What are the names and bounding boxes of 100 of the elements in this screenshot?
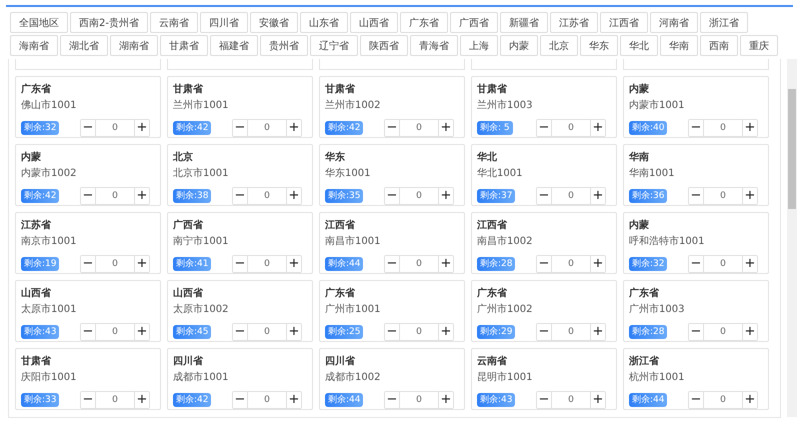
region-tab[interactable]: 华南	[660, 35, 698, 56]
scrollbar[interactable]	[787, 59, 797, 417]
quantity-field[interactable]: 0	[95, 256, 135, 272]
quantity-stepper[interactable]: − 0 +	[80, 323, 150, 341]
quantity-field[interactable]: 0	[399, 256, 439, 272]
quantity-stepper[interactable]: − 0 +	[688, 323, 758, 341]
quantity-field[interactable]: 0	[247, 256, 287, 272]
quantity-field[interactable]: 0	[703, 392, 743, 408]
quantity-field[interactable]: 0	[247, 324, 287, 340]
increment-button[interactable]: +	[591, 324, 605, 340]
region-tab[interactable]: 江苏省	[550, 12, 598, 33]
decrement-button[interactable]: −	[537, 120, 551, 136]
decrement-button[interactable]: −	[385, 256, 399, 272]
increment-button[interactable]: +	[591, 120, 605, 136]
decrement-button[interactable]: −	[689, 120, 703, 136]
quantity-stepper[interactable]: − 0 +	[232, 255, 302, 273]
decrement-button[interactable]: −	[537, 324, 551, 340]
decrement-button[interactable]: −	[233, 392, 247, 408]
quantity-field[interactable]: 0	[703, 324, 743, 340]
quantity-stepper[interactable]: − 0 +	[536, 119, 606, 137]
increment-button[interactable]: +	[743, 120, 757, 136]
increment-button[interactable]: +	[287, 324, 301, 340]
decrement-button[interactable]: −	[81, 324, 95, 340]
quantity-stepper[interactable]: − 0 +	[232, 119, 302, 137]
increment-button[interactable]: +	[439, 120, 453, 136]
increment-button[interactable]: +	[743, 256, 757, 272]
increment-button[interactable]: +	[135, 392, 149, 408]
decrement-button[interactable]: −	[385, 188, 399, 204]
quantity-stepper[interactable]: − 0 +	[536, 187, 606, 205]
quantity-stepper[interactable]: − 0 +	[80, 391, 150, 409]
quantity-field[interactable]: 0	[247, 188, 287, 204]
decrement-button[interactable]: −	[537, 188, 551, 204]
quantity-stepper[interactable]: − 0 +	[536, 323, 606, 341]
quantity-stepper[interactable]: − 0 +	[384, 187, 454, 205]
increment-button[interactable]: +	[439, 188, 453, 204]
quantity-field[interactable]: 0	[95, 324, 135, 340]
decrement-button[interactable]: −	[81, 392, 95, 408]
region-tab[interactable]: 山西省	[350, 12, 398, 33]
region-tab[interactable]: 华北	[620, 35, 658, 56]
region-tab[interactable]: 广东省	[400, 12, 448, 33]
region-tab[interactable]: 内蒙	[500, 35, 538, 56]
quantity-field[interactable]: 0	[95, 392, 135, 408]
increment-button[interactable]: +	[287, 120, 301, 136]
region-tab[interactable]: 陕西省	[360, 35, 408, 56]
increment-button[interactable]: +	[591, 256, 605, 272]
quantity-stepper[interactable]: − 0 +	[688, 255, 758, 273]
region-tab[interactable]: 上海	[460, 35, 498, 56]
region-tab[interactable]: 华东	[580, 35, 618, 56]
increment-button[interactable]: +	[439, 256, 453, 272]
decrement-button[interactable]: −	[233, 120, 247, 136]
increment-button[interactable]: +	[591, 392, 605, 408]
decrement-button[interactable]: −	[233, 256, 247, 272]
quantity-field[interactable]: 0	[551, 120, 591, 136]
quantity-stepper[interactable]: − 0 +	[232, 323, 302, 341]
region-tab[interactable]: 甘肃省	[160, 35, 208, 56]
region-tab[interactable]: 四川省	[200, 12, 248, 33]
decrement-button[interactable]: −	[689, 256, 703, 272]
region-tab[interactable]: 贵州省	[260, 35, 308, 56]
region-tab[interactable]: 福建省	[210, 35, 258, 56]
decrement-button[interactable]: −	[81, 120, 95, 136]
region-tab[interactable]: 辽宁省	[310, 35, 358, 56]
increment-button[interactable]: +	[135, 188, 149, 204]
quantity-field[interactable]: 0	[95, 188, 135, 204]
quantity-field[interactable]: 0	[247, 120, 287, 136]
quantity-stepper[interactable]: − 0 +	[232, 391, 302, 409]
quantity-stepper[interactable]: − 0 +	[80, 119, 150, 137]
decrement-button[interactable]: −	[537, 256, 551, 272]
region-tab[interactable]: 青海省	[410, 35, 458, 56]
increment-button[interactable]: +	[743, 324, 757, 340]
increment-button[interactable]: +	[743, 392, 757, 408]
region-tab[interactable]: 西南2-贵州省	[70, 12, 148, 33]
quantity-field[interactable]: 0	[703, 188, 743, 204]
quantity-stepper[interactable]: − 0 +	[80, 255, 150, 273]
quantity-field[interactable]: 0	[247, 392, 287, 408]
quantity-stepper[interactable]: − 0 +	[232, 187, 302, 205]
scrollbar-thumb[interactable]	[788, 89, 796, 209]
quantity-field[interactable]: 0	[551, 324, 591, 340]
decrement-button[interactable]: −	[81, 256, 95, 272]
decrement-button[interactable]: −	[385, 392, 399, 408]
quantity-stepper[interactable]: − 0 +	[688, 119, 758, 137]
quantity-stepper[interactable]: − 0 +	[80, 187, 150, 205]
decrement-button[interactable]: −	[689, 324, 703, 340]
increment-button[interactable]: +	[591, 188, 605, 204]
region-tab[interactable]: 全国地区	[10, 12, 68, 33]
decrement-button[interactable]: −	[81, 188, 95, 204]
region-tab[interactable]: 广西省	[450, 12, 498, 33]
region-tab[interactable]: 北京	[540, 35, 578, 56]
quantity-field[interactable]: 0	[399, 392, 439, 408]
quantity-stepper[interactable]: − 0 +	[384, 119, 454, 137]
increment-button[interactable]: +	[743, 188, 757, 204]
quantity-field[interactable]: 0	[399, 120, 439, 136]
increment-button[interactable]: +	[439, 392, 453, 408]
region-tab[interactable]: 山东省	[300, 12, 348, 33]
quantity-field[interactable]: 0	[703, 256, 743, 272]
decrement-button[interactable]: −	[689, 392, 703, 408]
region-tab[interactable]: 安徽省	[250, 12, 298, 33]
quantity-stepper[interactable]: − 0 +	[536, 255, 606, 273]
region-tab[interactable]: 海南省	[10, 35, 58, 56]
quantity-field[interactable]: 0	[551, 256, 591, 272]
quantity-stepper[interactable]: − 0 +	[384, 391, 454, 409]
